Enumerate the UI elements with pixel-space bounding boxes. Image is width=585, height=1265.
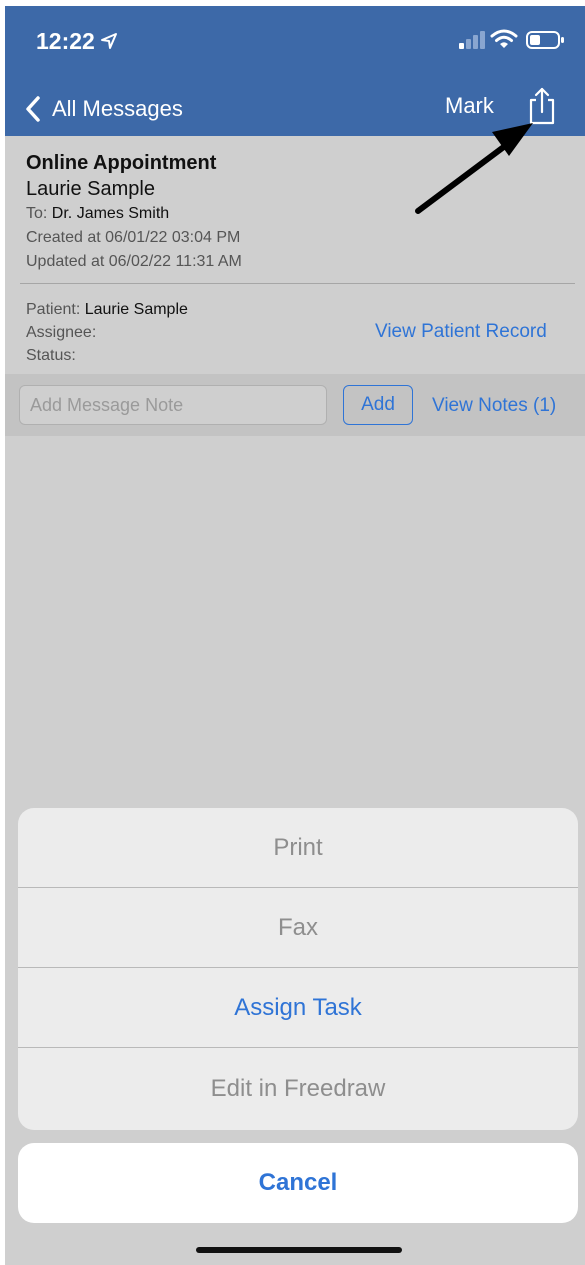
cancel-button[interactable]: Cancel — [18, 1143, 578, 1223]
add-note-button[interactable]: Add — [343, 385, 413, 425]
home-indicator[interactable] — [196, 1247, 402, 1253]
chevron-left-icon — [26, 96, 40, 122]
header-divider — [20, 283, 575, 284]
message-recipient: To: Dr. James Smith — [26, 202, 566, 226]
created-timestamp: Created at 06/01/22 03:04 PM — [26, 229, 241, 246]
message-header: Online Appointment Laurie Sample To: Dr.… — [26, 150, 566, 274]
message-title: Online Appointment — [26, 152, 217, 174]
patient-label: Patient: — [26, 301, 81, 318]
navigation-bar: 12:22 All Messages Mark — [5, 6, 585, 136]
message-note-input[interactable] — [19, 385, 327, 425]
print-option[interactable]: Print — [18, 808, 578, 888]
share-icon[interactable] — [527, 86, 557, 126]
note-bar: Add View Notes (1) — [5, 374, 585, 436]
location-arrow-icon — [101, 33, 117, 49]
status-label: Status: — [26, 347, 76, 364]
view-notes-link[interactable]: View Notes (1) — [432, 395, 556, 417]
status-time: 12:22 — [36, 28, 95, 54]
assignee-label: Assignee: — [26, 324, 97, 341]
back-button-label: All Messages — [52, 96, 183, 121]
cellular-signal-icon — [459, 31, 485, 49]
edit-in-freedraw-option[interactable]: Edit in Freedraw — [18, 1048, 578, 1130]
mark-button[interactable]: Mark — [445, 93, 494, 119]
recipient-label: To: — [26, 205, 48, 222]
action-sheet: Print Fax Assign Task Edit in Freedraw — [18, 808, 578, 1130]
wifi-icon — [490, 29, 518, 48]
patient-row: Patient: Laurie Sample — [26, 298, 188, 321]
patient-value: Laurie Sample — [84, 301, 188, 318]
view-patient-record-link[interactable]: View Patient Record — [375, 321, 547, 343]
screen: 12:22 All Messages Mark Online Appointme… — [5, 6, 585, 1265]
updated-timestamp: Updated at 06/02/22 11:31 AM — [26, 253, 242, 270]
battery-icon — [526, 31, 564, 49]
assign-task-option[interactable]: Assign Task — [18, 968, 578, 1048]
fax-option[interactable]: Fax — [18, 888, 578, 968]
message-sender: Laurie Sample — [26, 178, 155, 200]
back-button[interactable]: All Messages — [24, 91, 183, 127]
recipient-value: Dr. James Smith — [51, 205, 170, 222]
patient-info: Patient: Laurie Sample Assignee: Status: — [26, 298, 188, 367]
